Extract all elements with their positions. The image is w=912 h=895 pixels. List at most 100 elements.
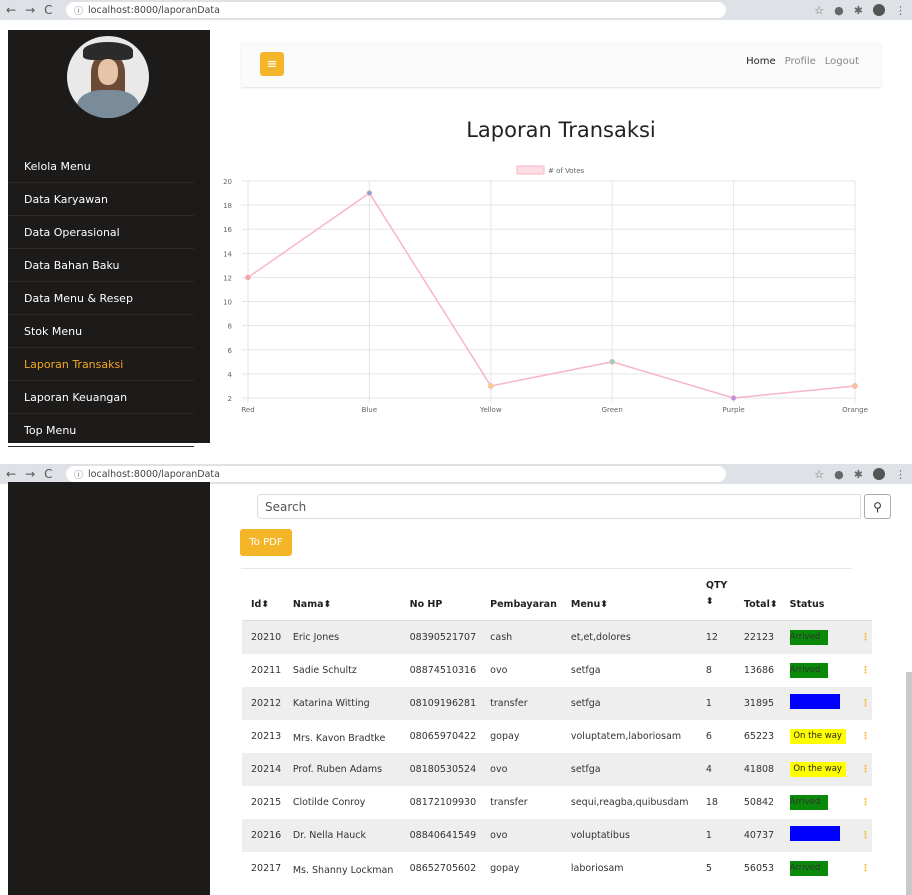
row-menu-icon[interactable]: ⋮: [850, 720, 872, 753]
more-icon[interactable]: ⋮: [895, 4, 906, 17]
row-menu-icon[interactable]: ⋮: [850, 620, 872, 654]
cell-id: 20216: [242, 818, 284, 852]
cell-qty: 4: [696, 752, 735, 786]
legend-swatch: [516, 165, 545, 175]
forward-icon[interactable]: →: [25, 467, 35, 481]
y-tick-label: 8: [228, 323, 232, 331]
x-tick-label: Green: [602, 406, 623, 414]
cell-nama: Clotilde Conroy: [292, 796, 366, 808]
cell-qty: 12: [696, 620, 735, 654]
data-point: [852, 383, 858, 389]
cell-status: On the way: [780, 752, 850, 786]
row-menu-icon[interactable]: ⋮: [850, 654, 872, 687]
more-icon[interactable]: ⋮: [895, 468, 906, 481]
y-tick-label: 10: [223, 299, 232, 307]
sidebar-item-data-operasional[interactable]: Data Operasional: [8, 216, 194, 249]
sidebar-item-stok-menu[interactable]: Stok Menu: [8, 315, 194, 348]
cell-id: 20211: [251, 664, 282, 676]
column-header[interactable]: Status: [780, 578, 850, 621]
row-menu-icon[interactable]: ⋮: [850, 786, 872, 819]
cell-total: 40737: [734, 818, 781, 852]
puzzle-icon[interactable]: ✱: [854, 4, 863, 17]
sidebar-item-top-menu[interactable]: Top Menu: [8, 414, 194, 447]
column-header[interactable]: QTY ⬍: [696, 578, 735, 621]
y-tick-label: 20: [223, 178, 232, 186]
cell-nama: Katarina Witting: [283, 686, 401, 720]
table-header-row: Id⬍ Nama⬍ No HP Pembayaran Menu⬍ QTY ⬍ Total⬍ S…: [242, 578, 872, 621]
cell-status: [780, 818, 850, 852]
row-menu-icon[interactable]: ⋮: [850, 818, 872, 852]
cell-id: 20213: [251, 730, 282, 742]
y-tick-label: 16: [223, 226, 232, 234]
scrollbar[interactable]: [906, 672, 912, 895]
table-row[interactable]: 20214 Prof. Ruben Adams 08180530524 ovo setf…: [242, 752, 872, 786]
forward-icon[interactable]: →: [25, 3, 35, 17]
status-badge: Arrived: [789, 794, 828, 810]
column-header[interactable]: Total⬍: [734, 578, 781, 621]
table-row[interactable]: 20212 Katarina Witting 08109196281 transfer…: [242, 686, 872, 720]
search-input[interactable]: Search: [257, 494, 861, 519]
column-header[interactable]: No HP: [400, 578, 482, 621]
nav-logout[interactable]: Logout: [825, 56, 859, 67]
row-menu-icon[interactable]: ⋮: [850, 686, 872, 720]
star-icon[interactable]: ☆: [814, 468, 824, 481]
sidebar-item-data-bahan-baku[interactable]: Data Bahan Baku: [8, 249, 194, 282]
cell-total: 56053: [743, 862, 775, 874]
cell-bayar: gopay: [490, 730, 520, 742]
puzzle-icon[interactable]: ✱: [854, 468, 863, 481]
to-pdf-button[interactable]: To PDF: [240, 529, 292, 556]
info-icon: ⓘ: [74, 6, 84, 17]
table-row[interactable]: 20216 Dr. Nella Hauck 08840641549 ovo volupt…: [242, 818, 872, 852]
cell-id: 20210: [242, 620, 284, 654]
cell-nama: Dr. Nella Hauck: [283, 818, 401, 852]
sidebar-item-laporan-transaksi[interactable]: Laporan Transaksi: [8, 348, 194, 381]
top-nav-links: Home Profile Logout: [746, 56, 859, 67]
star-icon[interactable]: ☆: [814, 4, 824, 17]
address-bar[interactable]: ⓘ localhost:8000/laporanData: [66, 466, 726, 482]
back-icon[interactable]: ←: [6, 3, 16, 17]
sidebar-item-kelola-menu[interactable]: Kelola Menu: [8, 150, 194, 183]
data-point: [487, 383, 494, 389]
sidebar-item-data-karyawan[interactable]: Data Karyawan: [8, 183, 194, 216]
nav-profile[interactable]: Profile: [785, 56, 816, 67]
cell-bayar: ovo: [481, 752, 562, 786]
column-header[interactable]: Pembayaran: [481, 578, 562, 621]
reload-icon[interactable]: C: [44, 3, 52, 17]
profile-avatar-icon[interactable]: [873, 4, 885, 16]
x-tick-label: Red: [241, 406, 254, 414]
column-header[interactable]: Nama⬍: [283, 578, 401, 621]
extension-icon[interactable]: ●: [834, 468, 844, 481]
avatar: [67, 36, 149, 118]
table-row[interactable]: 20213 Mrs. Kavon Bradtke 08065970422 gopay v…: [242, 720, 872, 753]
extension-icon[interactable]: ●: [834, 4, 844, 17]
nav-home[interactable]: Home: [746, 56, 776, 67]
table-row[interactable]: 20211 Sadie Schultz 08874510316 ovo setfga 8 1…: [242, 654, 872, 687]
table-row[interactable]: 20217 Ms. Shanny Lockman 08652705602 gopay l…: [242, 852, 872, 885]
table-row[interactable]: 20215 Clotilde Conroy 08172109930 transfer s…: [242, 786, 872, 819]
info-icon: ⓘ: [74, 470, 84, 481]
row-menu-icon[interactable]: ⋮: [850, 852, 872, 885]
table-row[interactable]: 20210 Eric Jones 08390521707 cash et,et,dolo…: [242, 620, 872, 654]
address-bar[interactable]: ⓘ localhost:8000/laporanData: [66, 2, 726, 18]
page-title: Laporan Transaksi: [466, 118, 656, 142]
search-icon[interactable]: ⚲: [864, 494, 891, 519]
cell-bayar: transfer: [490, 796, 528, 808]
sidebar: Kelola Menu Data Karyawan Data Operasional…: [8, 30, 210, 447]
sidebar-item-laporan-keuangan[interactable]: Laporan Keuangan: [8, 381, 194, 414]
column-header[interactable]: Menu⬍: [561, 578, 697, 621]
reload-icon[interactable]: C: [44, 467, 52, 481]
column-header[interactable]: Id⬍: [242, 578, 284, 621]
back-icon[interactable]: ←: [6, 467, 16, 481]
sidebar-item-data-menu-resep[interactable]: Data Menu & Resep: [8, 282, 194, 315]
cell-nama: Mrs. Kavon Bradtke: [292, 733, 386, 744]
hamburger-icon[interactable]: ≡: [260, 52, 284, 76]
data-point: [366, 190, 373, 196]
profile-avatar-icon[interactable]: [873, 468, 885, 480]
status-badge: Arrived: [789, 860, 828, 876]
cell-total: 50842: [743, 796, 775, 808]
row-menu-icon[interactable]: ⋮: [850, 752, 872, 786]
x-tick-label: Purple: [723, 406, 745, 414]
cell-total: 41808: [734, 752, 781, 786]
data-point: [245, 274, 251, 281]
cell-id: 20217: [251, 862, 282, 874]
